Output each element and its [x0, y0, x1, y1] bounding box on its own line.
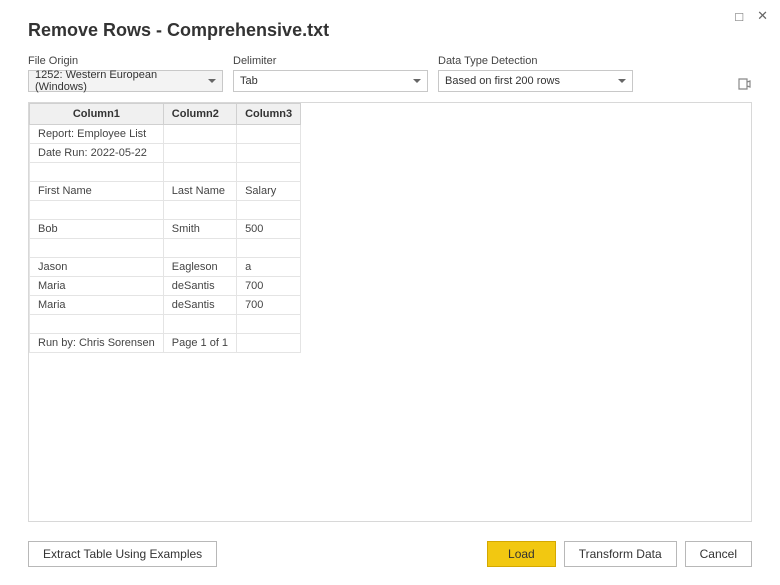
table-cell: Run by: Chris Sorensen — [30, 334, 164, 353]
chevron-down-icon — [618, 79, 626, 83]
table-cell: Maria — [30, 277, 164, 296]
table-cell — [30, 239, 164, 258]
table-row[interactable]: MariadeSantis700 — [30, 277, 301, 296]
table-row[interactable]: MariadeSantis700 — [30, 296, 301, 315]
table-cell — [237, 334, 301, 353]
chevron-down-icon — [413, 79, 421, 83]
table-row[interactable]: Run by: Chris SorensenPage 1 of 1 — [30, 334, 301, 353]
delimiter-value: Tab — [240, 75, 258, 87]
table-cell: 700 — [237, 277, 301, 296]
table-cell — [237, 315, 301, 334]
file-origin-group: File Origin 1252: Western European (Wind… — [28, 55, 223, 92]
delimiter-group: Delimiter Tab — [233, 55, 428, 92]
detection-value: Based on first 200 rows — [445, 75, 560, 87]
table-cell — [163, 144, 236, 163]
file-origin-value: 1252: Western European (Windows) — [35, 69, 202, 93]
table-row[interactable] — [30, 201, 301, 220]
dialog-title: Remove Rows - Comprehensive.txt — [0, 0, 780, 55]
table-cell: Last Name — [163, 182, 236, 201]
table-row[interactable]: Report: Employee List — [30, 125, 301, 144]
table-cell: First Name — [30, 182, 164, 201]
table-cell — [237, 144, 301, 163]
footer-bar: Extract Table Using Examples Load Transf… — [28, 541, 752, 567]
table-row[interactable]: BobSmith500 — [30, 220, 301, 239]
window-controls: □ ✕ — [735, 8, 768, 24]
table-row[interactable] — [30, 315, 301, 334]
column-header[interactable]: Column1 — [30, 104, 164, 125]
table-cell: Eagleson — [163, 258, 236, 277]
load-button[interactable]: Load — [487, 541, 556, 567]
detection-label: Data Type Detection — [438, 55, 633, 67]
cancel-button[interactable]: Cancel — [685, 541, 752, 567]
table-cell: Bob — [30, 220, 164, 239]
preview-table: Column1Column2Column3 Report: Employee L… — [29, 103, 301, 353]
table-row[interactable] — [30, 163, 301, 182]
table-row[interactable]: Date Run: 2022-05-22 — [30, 144, 301, 163]
table-row[interactable] — [30, 239, 301, 258]
table-cell — [163, 125, 236, 144]
table-row[interactable]: First NameLast NameSalary — [30, 182, 301, 201]
delimiter-dropdown[interactable]: Tab — [233, 70, 428, 92]
delimiter-label: Delimiter — [233, 55, 428, 67]
table-cell — [30, 163, 164, 182]
import-options-row: File Origin 1252: Western European (Wind… — [0, 55, 780, 92]
table-cell — [30, 315, 164, 334]
table-cell: deSantis — [163, 296, 236, 315]
table-cell: Maria — [30, 296, 164, 315]
table-cell — [163, 163, 236, 182]
table-cell: Page 1 of 1 — [163, 334, 236, 353]
chevron-down-icon — [208, 79, 216, 83]
table-cell — [163, 315, 236, 334]
table-cell: 700 — [237, 296, 301, 315]
table-cell — [237, 239, 301, 258]
table-cell: Jason — [30, 258, 164, 277]
detection-group: Data Type Detection Based on first 200 r… — [438, 55, 633, 92]
table-cell — [163, 239, 236, 258]
table-cell: deSantis — [163, 277, 236, 296]
detection-dropdown[interactable]: Based on first 200 rows — [438, 70, 633, 92]
table-cell — [30, 201, 164, 220]
file-origin-label: File Origin — [28, 55, 223, 67]
table-cell: Salary — [237, 182, 301, 201]
table-cell — [163, 201, 236, 220]
column-header[interactable]: Column2 — [163, 104, 236, 125]
table-cell: Date Run: 2022-05-22 — [30, 144, 164, 163]
table-cell — [237, 163, 301, 182]
table-row[interactable]: JasonEaglesona — [30, 258, 301, 277]
table-cell: Smith — [163, 220, 236, 239]
file-origin-dropdown[interactable]: 1252: Western European (Windows) — [28, 70, 223, 92]
maximize-icon[interactable]: □ — [735, 9, 743, 24]
close-icon[interactable]: ✕ — [757, 8, 768, 24]
table-cell: 500 — [237, 220, 301, 239]
column-header[interactable]: Column3 — [237, 104, 301, 125]
table-cell: a — [237, 258, 301, 277]
extract-table-button[interactable]: Extract Table Using Examples — [28, 541, 217, 567]
table-cell — [237, 125, 301, 144]
table-cell — [237, 201, 301, 220]
refresh-icon[interactable] — [736, 76, 752, 92]
transform-data-button[interactable]: Transform Data — [564, 541, 677, 567]
preview-area[interactable]: Column1Column2Column3 Report: Employee L… — [28, 102, 752, 522]
table-cell: Report: Employee List — [30, 125, 164, 144]
